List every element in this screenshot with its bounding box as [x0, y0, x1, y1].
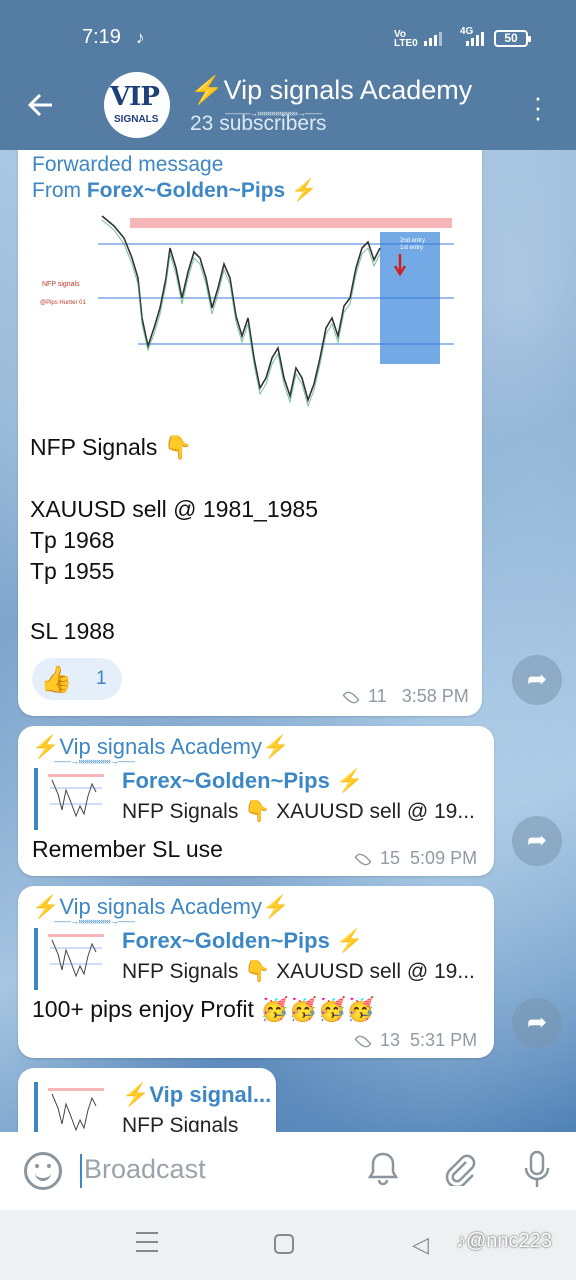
forward-header[interactable]: Forwarded message From Forex~Golden~Pips… [32, 152, 317, 204]
status-bar: 7:19 ♪ Vo LTE0 4G 50 [0, 0, 576, 78]
message-bubble[interactable]: ⚡Vip signals Academy⚡ ――→»»»»»»»»→―― Fore… [18, 886, 494, 1058]
channel-title[interactable]: ⚡Vip signals Academy [190, 74, 494, 106]
volte-indicator: Vo LTE0 [394, 30, 418, 49]
message-text: 100+ pips enjoy Profit 🥳🥳🥳🥳 [32, 996, 375, 1022]
reaction-chip[interactable]: 👍 1 [32, 658, 122, 700]
avatar-logo-sub: SIGNALS [114, 114, 159, 125]
signal-icon [424, 30, 442, 46]
reply-title: ⚡Vip signal... [122, 1082, 272, 1107]
message-text-line: Tp 1968 [30, 527, 115, 553]
message-text-line: XAUUSD sell @ 1981_1985 [30, 496, 319, 522]
message-time: 5:31 PM [410, 1030, 478, 1050]
message-bubble[interactable]: Forwarded message From Forex~Golden~Pips… [18, 150, 482, 716]
reply-snippet: NFP Signals 👇 XAUUSD sell @ 19... [122, 960, 475, 983]
price-chart: NFP signals @Pips Hunter 01 2nd entry 1s… [40, 215, 454, 408]
view-count: 11 [368, 686, 387, 706]
views-icon [354, 850, 372, 868]
reply-preview[interactable]: Forex~Golden~Pips ⚡ NFP Signals 👇 XAUUSD… [34, 928, 484, 990]
view-count: 15 [380, 848, 401, 868]
title-text: Vip signals Academy [223, 75, 473, 105]
sender-name[interactable]: ⚡Vip signals Academy⚡ ――→»»»»»»»»→―― [32, 894, 289, 926]
message-text: Remember SL use [32, 836, 223, 862]
chart-watermark-handle: @Pips Hunter 01 [40, 300, 86, 306]
forwarded-from: From [32, 179, 87, 202]
message-bubble[interactable]: ⚡Vip signals Academy⚡ ――→»»»»»»»»→―― Fore… [18, 726, 494, 876]
thumbs-up-icon: 👍 [40, 664, 73, 694]
microphone-icon[interactable] [522, 1150, 552, 1198]
composer-bar: Broadcast [0, 1132, 576, 1210]
forwarded-source: Forex~Golden~Pips ⚡ [86, 179, 318, 202]
tiktok-watermark: ♪@nnc223 [456, 1230, 552, 1252]
title-bolt: ⚡ [190, 75, 224, 105]
reaction-count: 1 [96, 668, 107, 689]
emoji-icon[interactable] [24, 1152, 62, 1190]
back-arrow-icon[interactable] [26, 90, 66, 130]
volte-bottom: LTE0 [394, 38, 418, 49]
views-icon [354, 1032, 372, 1050]
views-icon [342, 688, 360, 706]
system-nav-bar: ◁ ♪@nnc223 [0, 1210, 576, 1280]
sender-decoration: ――→»»»»»»»»→―― [54, 916, 135, 926]
message-text-line: Tp 1955 [30, 558, 115, 584]
attach-icon[interactable] [442, 1150, 476, 1194]
signal-icon-2 [466, 30, 484, 46]
more-menu-icon[interactable]: · · · [532, 84, 544, 130]
reply-title: Forex~Golden~Pips ⚡ [122, 928, 364, 953]
channel-avatar[interactable]: VIP SIGNALS [104, 72, 170, 138]
back-icon[interactable]: ◁ [412, 1232, 429, 1258]
chart-entry-label-2: 2nd entry [400, 238, 425, 244]
message-meta: 15 5:09 PM [352, 848, 477, 869]
subscriber-count: 23 subscribers [190, 112, 327, 135]
broadcast-input[interactable]: Broadcast [80, 1154, 206, 1188]
message-meta: 13 5:31 PM [352, 1030, 477, 1051]
forwarded-label: Forwarded message [32, 153, 224, 176]
status-time: 7:19 [82, 26, 121, 48]
view-count: 13 [380, 1030, 401, 1050]
chat-header: VIP SIGNALS ⚡Vip signals Academy ―――→»»»… [0, 72, 576, 150]
chart-watermark-title: NFP signals [42, 281, 80, 288]
message-text-line: SL 1988 [30, 618, 115, 644]
share-icon[interactable]: ➦ [512, 816, 562, 866]
share-icon[interactable]: ➦ [512, 998, 562, 1048]
battery-icon: 50 [494, 30, 531, 47]
message-meta: 11 3:58 PM [340, 686, 469, 707]
bell-icon[interactable] [366, 1150, 400, 1194]
reply-thumbnail [48, 930, 104, 986]
reply-thumbnail [48, 770, 104, 826]
tiktok-icon: ♪ [136, 28, 145, 47]
avatar-logo: VIP [110, 82, 160, 112]
reply-snippet: NFP Signals 👇 XAUUSD sell @ 19... [122, 800, 475, 823]
sender-name[interactable]: ⚡Vip signals Academy⚡ ――→»»»»»»»»→―― [32, 734, 289, 766]
share-icon[interactable]: ➦ [512, 655, 562, 705]
chart-entry-label-1: 1st entry [400, 245, 423, 251]
reply-title: Forex~Golden~Pips ⚡ [122, 768, 364, 793]
message-time: 5:09 PM [410, 848, 478, 868]
reply-preview[interactable]: Forex~Golden~Pips ⚡ NFP Signals 👇 XAUUSD… [34, 768, 484, 830]
home-icon[interactable] [274, 1234, 294, 1254]
sender-decoration: ――→»»»»»»»»→―― [54, 756, 135, 766]
recent-apps-icon[interactable] [136, 1232, 158, 1256]
message-text-line: NFP Signals 👇 [30, 434, 193, 460]
message-time: 3:58 PM [401, 686, 469, 706]
